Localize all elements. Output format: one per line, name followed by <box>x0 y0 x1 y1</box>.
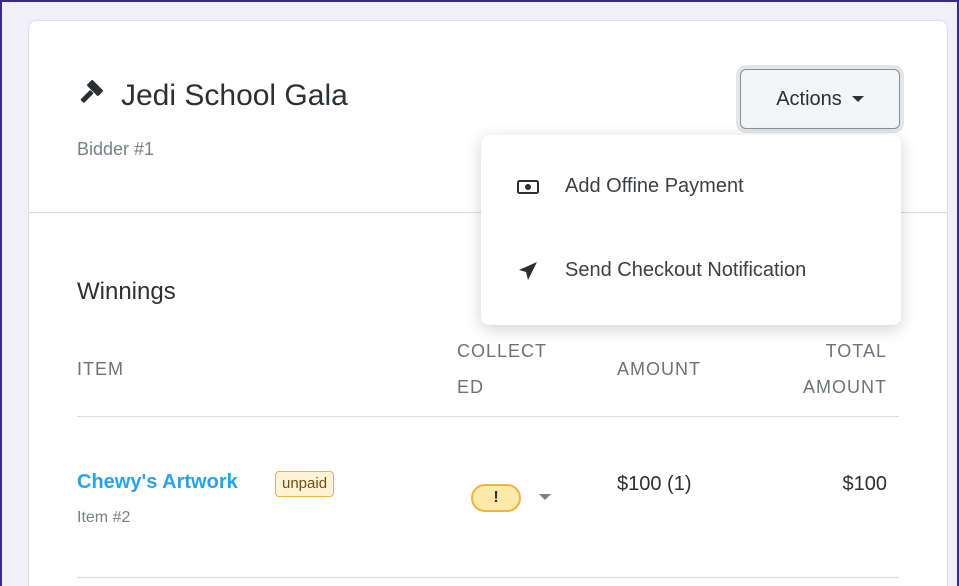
column-header-total-line1: TOTAL <box>825 341 887 361</box>
exclamation-icon: ! <box>493 489 499 506</box>
column-header-item: ITEM <box>77 359 124 379</box>
money-bill-icon <box>517 179 539 194</box>
collected-caret-down-icon[interactable] <box>539 494 551 500</box>
item-number: Item #2 <box>77 509 131 526</box>
item-amount: $100 (1) <box>617 473 692 495</box>
column-header-amount: AMOUNT <box>617 359 701 379</box>
status-badge: unpaid <box>275 471 335 497</box>
column-header-total: TOTAL AMOUNT <box>747 333 887 405</box>
title-row: Jedi School Gala <box>77 79 348 113</box>
paper-plane-icon <box>519 261 537 280</box>
item-link[interactable]: Chewy's Artwork <box>77 471 238 494</box>
caret-down-icon <box>851 96 864 102</box>
column-header-total-line2: AMOUNT <box>803 377 887 397</box>
item-total-amount: $100 <box>842 473 888 495</box>
gavel-icon <box>80 80 104 103</box>
collected-status-toggle[interactable]: ! <box>471 484 521 512</box>
actions-button[interactable]: Actions <box>740 69 900 129</box>
bidder-number: Bidder #1 <box>77 139 155 159</box>
column-header-collected-line2: ED <box>457 377 485 397</box>
table-row-divider <box>77 577 899 578</box>
table-header-divider <box>77 416 899 417</box>
column-header-collected-line1: COLLECT <box>457 341 548 361</box>
menu-item-label: Send Checkout Notification <box>565 259 807 281</box>
bidder-card: Jedi School Gala Bidder #1 Actions Winni… <box>28 20 948 586</box>
menu-item-send-checkout-notification[interactable]: Send Checkout Notification <box>517 259 806 282</box>
actions-dropdown-menu: Add Offine Payment Send Checkout Notific… <box>481 135 901 325</box>
menu-item-add-offline-payment[interactable]: Add Offine Payment <box>517 175 744 198</box>
winnings-title: Winnings <box>77 278 176 305</box>
page-title: Jedi School Gala <box>121 79 348 112</box>
column-header-collected: COLLECT ED <box>457 333 567 405</box>
menu-item-label: Add Offine Payment <box>565 175 744 197</box>
actions-button-label: Actions <box>776 87 842 110</box>
